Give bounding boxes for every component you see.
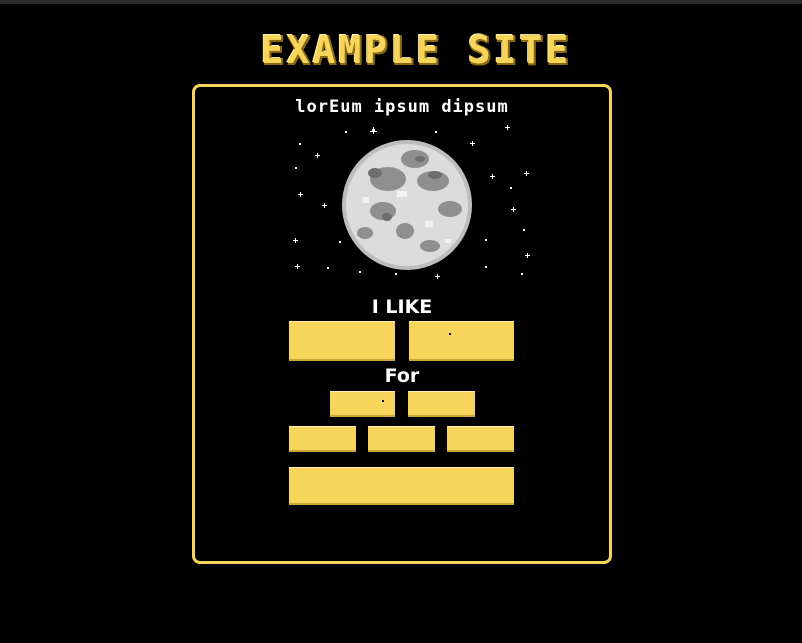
- for-option-button-3[interactable]: [289, 426, 356, 452]
- label-for: For: [384, 365, 420, 387]
- for-option-button-4[interactable]: [368, 426, 435, 452]
- submit-button[interactable]: [289, 467, 514, 505]
- window-top-strip: [0, 0, 802, 4]
- btn-speck: [382, 400, 384, 402]
- for-option-button-1[interactable]: [330, 391, 395, 417]
- main-card: lorEum ipsum dipsum I LIKE For: [192, 84, 612, 564]
- btn-speck: [449, 333, 451, 335]
- for-option-button-2[interactable]: [408, 391, 475, 417]
- for-option-button-5[interactable]: [447, 426, 514, 452]
- site-title: EXAMPLE SITE: [260, 28, 572, 72]
- like-option-button-2[interactable]: [409, 321, 514, 361]
- card-heading: lorEum ipsum dipsum: [295, 97, 509, 117]
- like-option-button-1[interactable]: [289, 321, 395, 361]
- label-i-like: I LIKE: [371, 296, 433, 318]
- moon-icon: [293, 125, 530, 279]
